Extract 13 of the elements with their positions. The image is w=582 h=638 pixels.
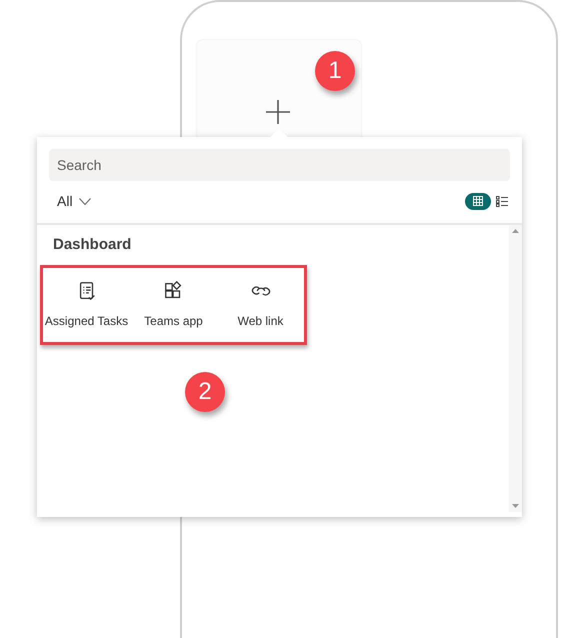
web-part-option[interactable]: Assigned Tasks bbox=[43, 280, 130, 330]
scroll-up-icon[interactable] bbox=[512, 229, 519, 233]
search-field[interactable]: Search bbox=[49, 149, 510, 181]
web-part-option[interactable]: Teams app bbox=[130, 280, 217, 330]
scroll-down-icon[interactable] bbox=[512, 504, 519, 508]
plus-icon[interactable] bbox=[265, 99, 291, 125]
filter-dropdown[interactable]: All bbox=[49, 190, 91, 212]
chevron-down-icon bbox=[78, 198, 91, 204]
view-toggle-button[interactable] bbox=[465, 192, 491, 210]
list-icon bbox=[496, 196, 508, 206]
grid-icon bbox=[473, 196, 483, 206]
section-heading: Dashboard bbox=[52, 235, 132, 255]
web-part-option[interactable]: Web link bbox=[217, 280, 304, 330]
